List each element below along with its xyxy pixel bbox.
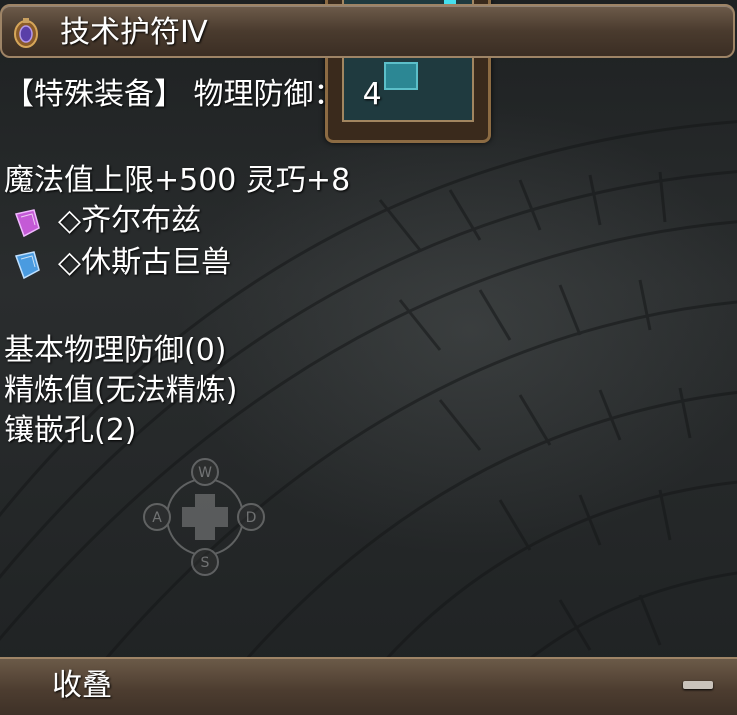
category-label: 【特殊装备】 <box>4 77 184 112</box>
item-category: 【特殊装备】 物理防御： 4 <box>4 76 382 114</box>
socket-item-2: ◇休斯古巨兽 <box>58 245 232 280</box>
socket-item-1: ◇齐尔布兹 <box>58 203 202 238</box>
item-name: 技术护符Ⅳ <box>60 15 208 50</box>
blue-crystal-icon <box>15 251 40 280</box>
item-title-bar: 技术护符Ⅳ <box>0 4 735 58</box>
base-defense: 基本物理防御(0) <box>4 333 227 368</box>
minus-icon[interactable] <box>683 681 713 689</box>
slot-gem <box>384 62 418 90</box>
refine-value: 精炼值(无法精炼) <box>4 373 238 408</box>
pink-crystal-icon <box>15 209 40 238</box>
defense-value: 4 <box>362 77 382 112</box>
movement-compass: W A D S <box>143 458 265 576</box>
socket-count: 镶嵌孔(2) <box>4 413 137 448</box>
amulet-icon <box>14 18 38 48</box>
compass-east-label: D <box>246 510 257 526</box>
defense-label: 物理防御： <box>193 77 344 112</box>
collapse-bar[interactable]: 收叠 <box>0 657 737 715</box>
collapse-label[interactable]: 收叠 <box>52 667 112 705</box>
compass-north-label: W <box>198 465 212 481</box>
compass-west-label: A <box>152 510 162 526</box>
bonus-stats: 魔法值上限+500 灵巧+8 <box>4 163 351 198</box>
compass-south-label: S <box>201 555 210 571</box>
